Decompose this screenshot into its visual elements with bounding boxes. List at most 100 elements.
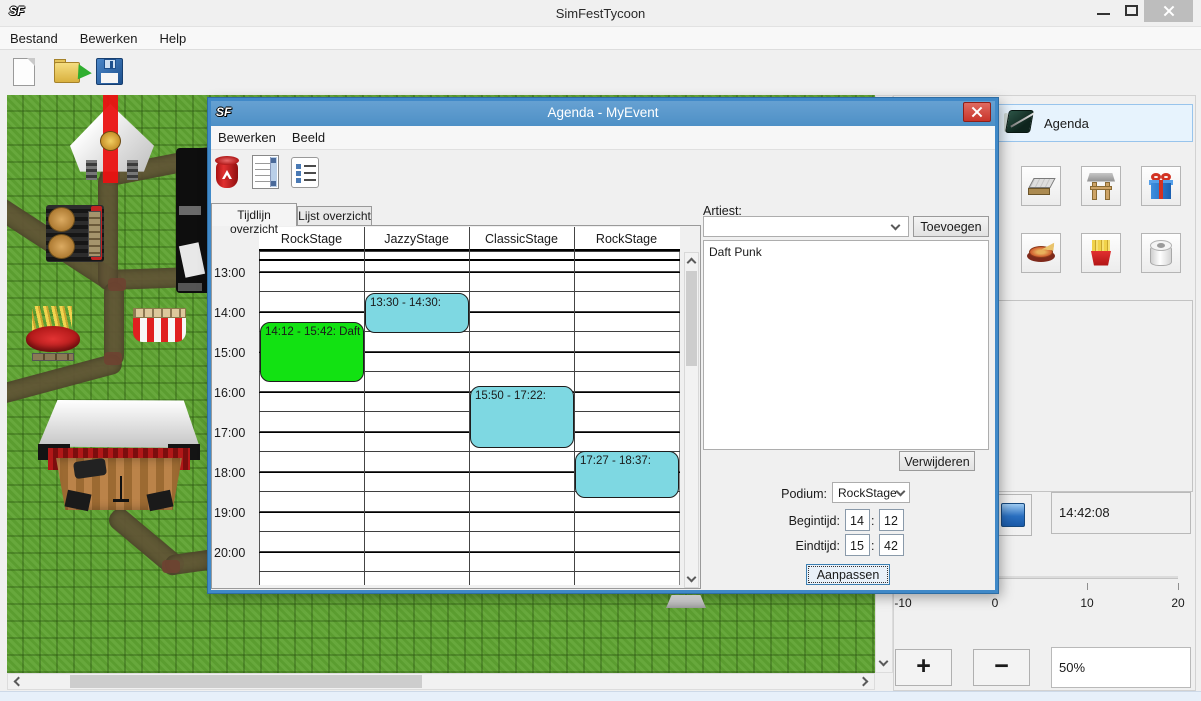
scroll-up-icon[interactable]: [687, 258, 697, 268]
minimize-icon: [1097, 13, 1110, 15]
scroll-right-icon[interactable]: [859, 677, 869, 687]
gift-icon: [1148, 173, 1174, 200]
new-document-icon: [27, 58, 35, 66]
open-file-button[interactable]: [54, 58, 86, 86]
slider-tick-label: -10: [894, 596, 911, 610]
delete-event-button[interactable]: [215, 156, 239, 189]
path-junction: [108, 278, 126, 291]
close-button[interactable]: [1144, 0, 1193, 22]
zoom-in-button[interactable]: +: [895, 649, 952, 686]
map-horizontal-scrollbar[interactable]: [7, 673, 875, 690]
fries-icon: [1089, 240, 1113, 267]
maximize-icon: [1125, 5, 1138, 16]
app-logo-icon: SF: [9, 4, 24, 18]
end-minute-input[interactable]: 42: [879, 534, 904, 556]
artist-list-item[interactable]: Daft Punk: [709, 245, 988, 259]
event-jazzystage[interactable]: 13:30 - 14:30:: [365, 293, 469, 333]
time-label: 16:00: [214, 386, 258, 400]
scroll-down-icon[interactable]: [687, 573, 697, 583]
menu-bestand[interactable]: Bestand: [10, 31, 58, 46]
podium-label: Podium:: [760, 487, 827, 501]
main-menubar: Bestand Bewerken Help: [0, 26, 1201, 50]
event-rockstage2[interactable]: 17:27 - 18:37:: [575, 451, 679, 498]
wooden-planks: [32, 353, 74, 361]
small-tent[interactable]: [666, 595, 706, 608]
mic-stand: [120, 476, 122, 500]
slider-tick-label: 20: [1171, 596, 1184, 610]
time-label: 14:00: [214, 306, 258, 320]
list-overview-button[interactable]: [291, 157, 319, 188]
item-button-pizza[interactable]: [1021, 233, 1061, 273]
play-icon: [1001, 503, 1025, 527]
scroll-down-icon[interactable]: [879, 657, 889, 667]
time-label: 20:00: [214, 546, 258, 560]
remove-button[interactable]: Verwijderen: [899, 451, 975, 471]
slider-tick-label: 0: [992, 596, 999, 610]
time-label: 17:00: [214, 426, 258, 440]
timeline-view-button[interactable]: [252, 155, 279, 189]
maximize-button[interactable]: [1120, 0, 1144, 22]
main-stage[interactable]: [38, 400, 200, 512]
striped-stand[interactable]: [133, 308, 186, 342]
dialog-close-button[interactable]: [963, 102, 991, 122]
path-junction: [104, 352, 122, 365]
new-document-button[interactable]: [13, 58, 35, 86]
begin-hour-input[interactable]: 14: [845, 509, 870, 531]
time-label: 13:00: [214, 266, 258, 280]
minimize-button[interactable]: [1092, 0, 1116, 22]
game-clock: 14:42:08: [1051, 492, 1191, 534]
menu-bewerken[interactable]: Bewerken: [80, 31, 138, 46]
time-separator: :: [871, 539, 874, 553]
apply-button[interactable]: Aanpassen: [806, 564, 890, 585]
slider-tick-label: 10: [1080, 596, 1093, 610]
column-header: ClassicStage: [469, 227, 574, 249]
time-label: 19:00: [214, 506, 258, 520]
scroll-left-icon[interactable]: [14, 677, 24, 687]
dialog-menu-bewerken[interactable]: Bewerken: [218, 130, 276, 145]
artist-listbox[interactable]: Daft Punk: [703, 240, 989, 450]
save-icon: [104, 59, 116, 69]
agenda-book-icon: [1003, 108, 1035, 136]
dialog-menu-beeld[interactable]: Beeld: [292, 130, 325, 145]
wooden-table[interactable]: [88, 211, 101, 257]
item-button-fries[interactable]: [1081, 233, 1121, 273]
time-separator: :: [871, 514, 874, 528]
main-toolbar: [0, 52, 1201, 95]
save-button[interactable]: [96, 58, 123, 85]
event-classicstage[interactable]: 15:50 - 17:22:: [470, 386, 574, 448]
time-label: 18:00: [214, 466, 258, 480]
menu-help[interactable]: Help: [160, 31, 187, 46]
scrollbar-thumb[interactable]: [686, 271, 697, 366]
tent-emblem: [100, 131, 121, 151]
event-daft-punk[interactable]: 14:12 - 15:42: Daft Punk: [260, 322, 364, 382]
stage-structure-icon: [1087, 173, 1115, 200]
zoom-level: 50%: [1051, 647, 1191, 688]
artist-combobox[interactable]: [703, 216, 909, 237]
dialog-menubar: Bewerken Beeld: [211, 126, 995, 150]
time-label: 15:00: [214, 346, 258, 360]
begin-minute-input[interactable]: 12: [879, 509, 904, 531]
scrollbar-thumb[interactable]: [70, 675, 422, 688]
zoom-out-button[interactable]: −: [973, 649, 1030, 686]
column-header: JazzyStage: [364, 227, 469, 249]
window-title: SimFestTycoon: [0, 6, 1201, 21]
column-header: RockStage: [574, 227, 679, 249]
dialog-title: Agenda - MyEvent: [211, 105, 995, 120]
pizza-icon: [1027, 242, 1055, 264]
trash-icon: [215, 156, 239, 189]
item-button-gift[interactable]: [1141, 166, 1181, 206]
end-time-label: Eindtijd:: [760, 539, 840, 553]
item-button-stage-structure[interactable]: [1081, 166, 1121, 206]
add-artist-button[interactable]: Toevoegen: [913, 216, 989, 237]
tab-lijst-overzicht[interactable]: Lijst overzicht: [297, 206, 372, 226]
bullet-list-icon: [291, 157, 319, 188]
road-tile-icon: [1027, 176, 1055, 196]
end-hour-input[interactable]: 15: [845, 534, 870, 556]
fries-stand[interactable]: [26, 306, 80, 356]
begin-time-label: Begintijd:: [760, 514, 840, 528]
grid-vertical-scrollbar[interactable]: [684, 252, 699, 588]
item-button-toilet-paper[interactable]: [1141, 233, 1181, 273]
item-button-road[interactable]: [1021, 166, 1061, 206]
status-bar: [0, 691, 1201, 701]
tab-tijdlijn-overzicht[interactable]: Tijdlijn overzicht: [211, 203, 297, 226]
